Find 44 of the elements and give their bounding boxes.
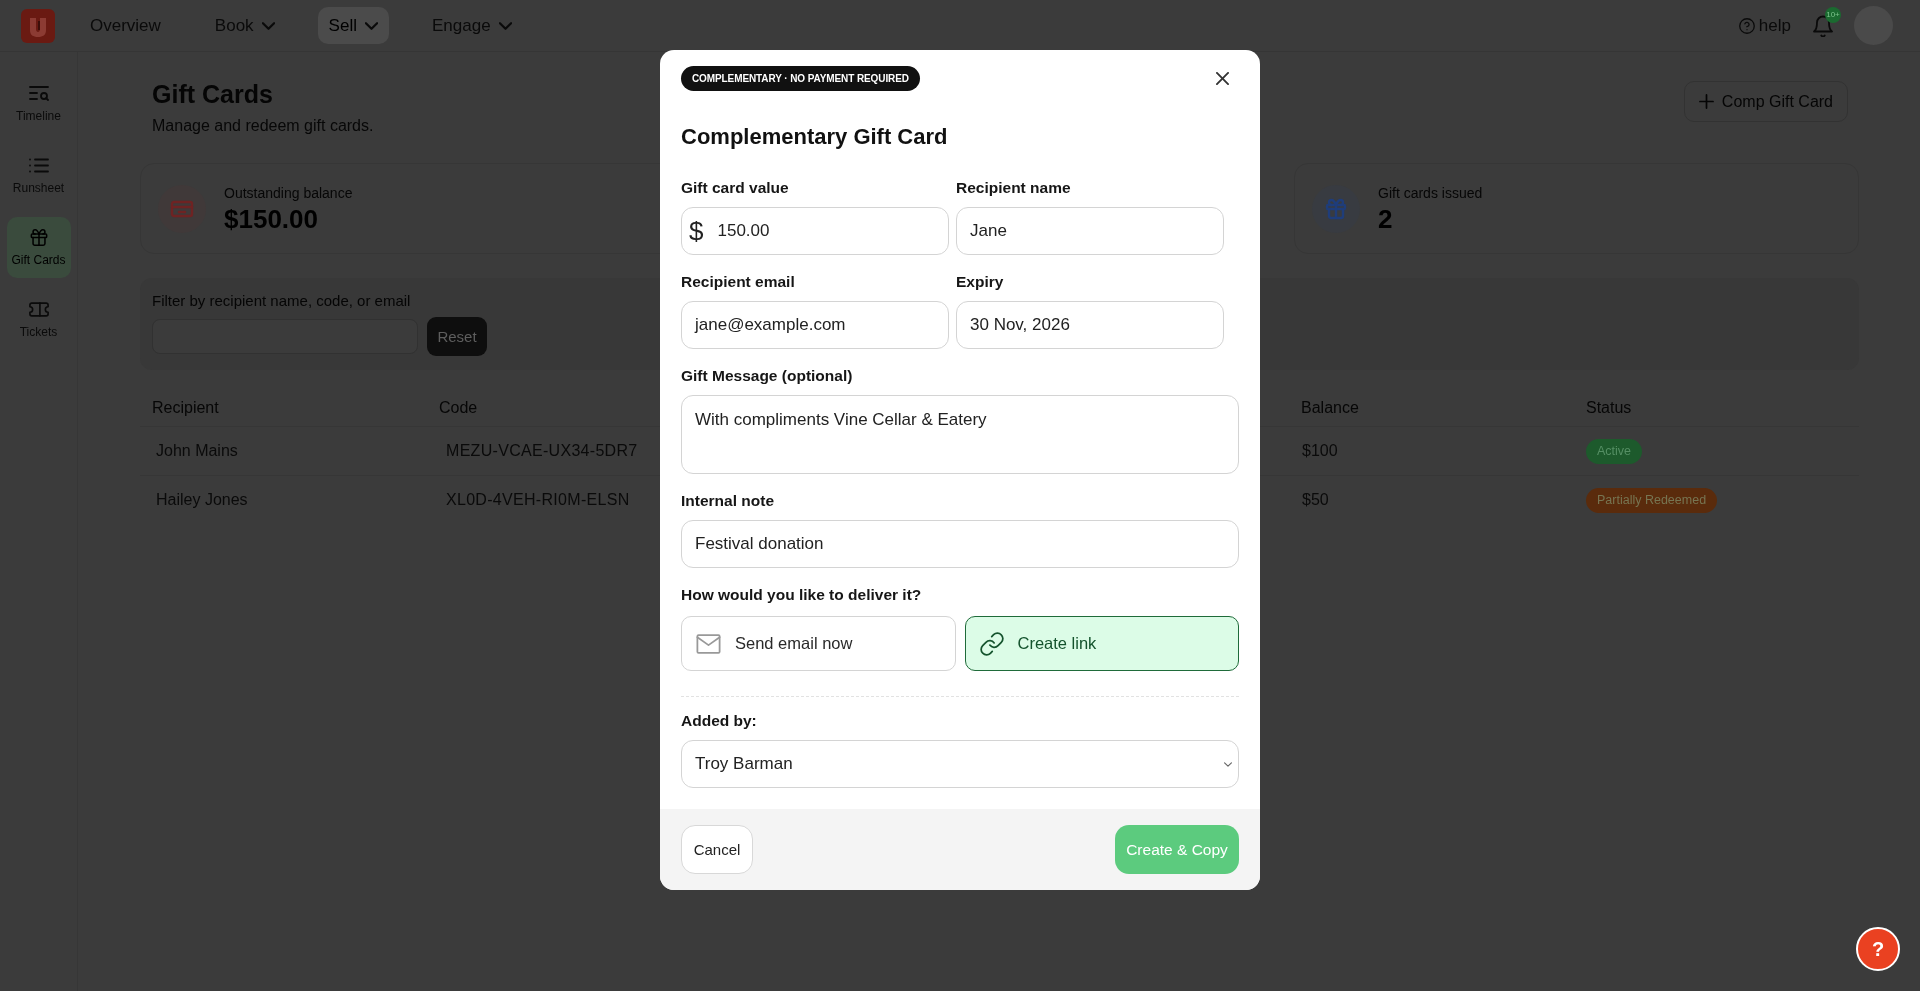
field-label: Added by: [681, 711, 758, 731]
field-label: Gift Message (optional) [681, 366, 854, 386]
chevron-down-icon [1224, 761, 1232, 767]
status-badge: Partially Redeemed [1586, 487, 1718, 513]
delivery-option[interactable]: Send email now [681, 616, 956, 671]
gift-icon [28, 228, 49, 246]
input-field[interactable]: Jane [956, 207, 1224, 255]
notification-badge: 10+ [1825, 6, 1841, 23]
help-icon [1738, 17, 1755, 34]
status-badge: Active [1586, 438, 1643, 464]
field-label: Recipient name [956, 178, 1072, 198]
list-icon [28, 156, 49, 174]
field-label: Internal note [681, 491, 775, 511]
info-badge: COMPLEMENTARY · NO PAYMENT REQUIRED [681, 66, 920, 91]
input-field[interactable]: jane@example.com [681, 301, 949, 349]
field-label: How would you like to deliver it? [681, 585, 923, 605]
link-icon [979, 631, 1004, 656]
close-icon[interactable] [1216, 72, 1229, 85]
nav-tab[interactable]: Sell [317, 7, 389, 44]
field-label: Recipient email [681, 272, 796, 292]
plus-icon [1698, 94, 1714, 109]
field-label: Expiry [956, 272, 1005, 292]
input-field[interactable]: 30 Nov, 2026 [956, 301, 1224, 349]
message-field[interactable]: With compliments Vine Cellar & Eatery [681, 395, 1239, 474]
sidebar-item[interactable]: Gift Cards [6, 217, 71, 278]
reset-button[interactable]: Reset [427, 317, 487, 356]
chevron-down-icon [498, 21, 512, 30]
cancel-button[interactable]: Cancel [681, 825, 753, 874]
ticket-icon [28, 300, 49, 318]
create-copy-button[interactable]: Create & Copy [1115, 825, 1239, 874]
chevron-down-icon [364, 21, 378, 30]
help-button[interactable]: ? [1856, 927, 1900, 971]
list-search-icon [28, 84, 49, 102]
select-field[interactable]: Troy Barman [681, 740, 1239, 788]
delivery-option[interactable]: Create link [964, 616, 1239, 671]
dialog-title: Complementary Gift Card [681, 123, 949, 151]
stat-value: 2 [1378, 203, 1394, 234]
stat-value: $150.00 [224, 203, 319, 234]
mail-icon [696, 633, 721, 654]
field-label: Gift card value [681, 178, 790, 198]
input-field[interactable]: Festival donation [681, 520, 1239, 568]
logo-icon[interactable] [21, 8, 55, 43]
chevron-down-icon [261, 21, 275, 30]
input-field[interactable]: $ 150.00 [681, 207, 949, 255]
